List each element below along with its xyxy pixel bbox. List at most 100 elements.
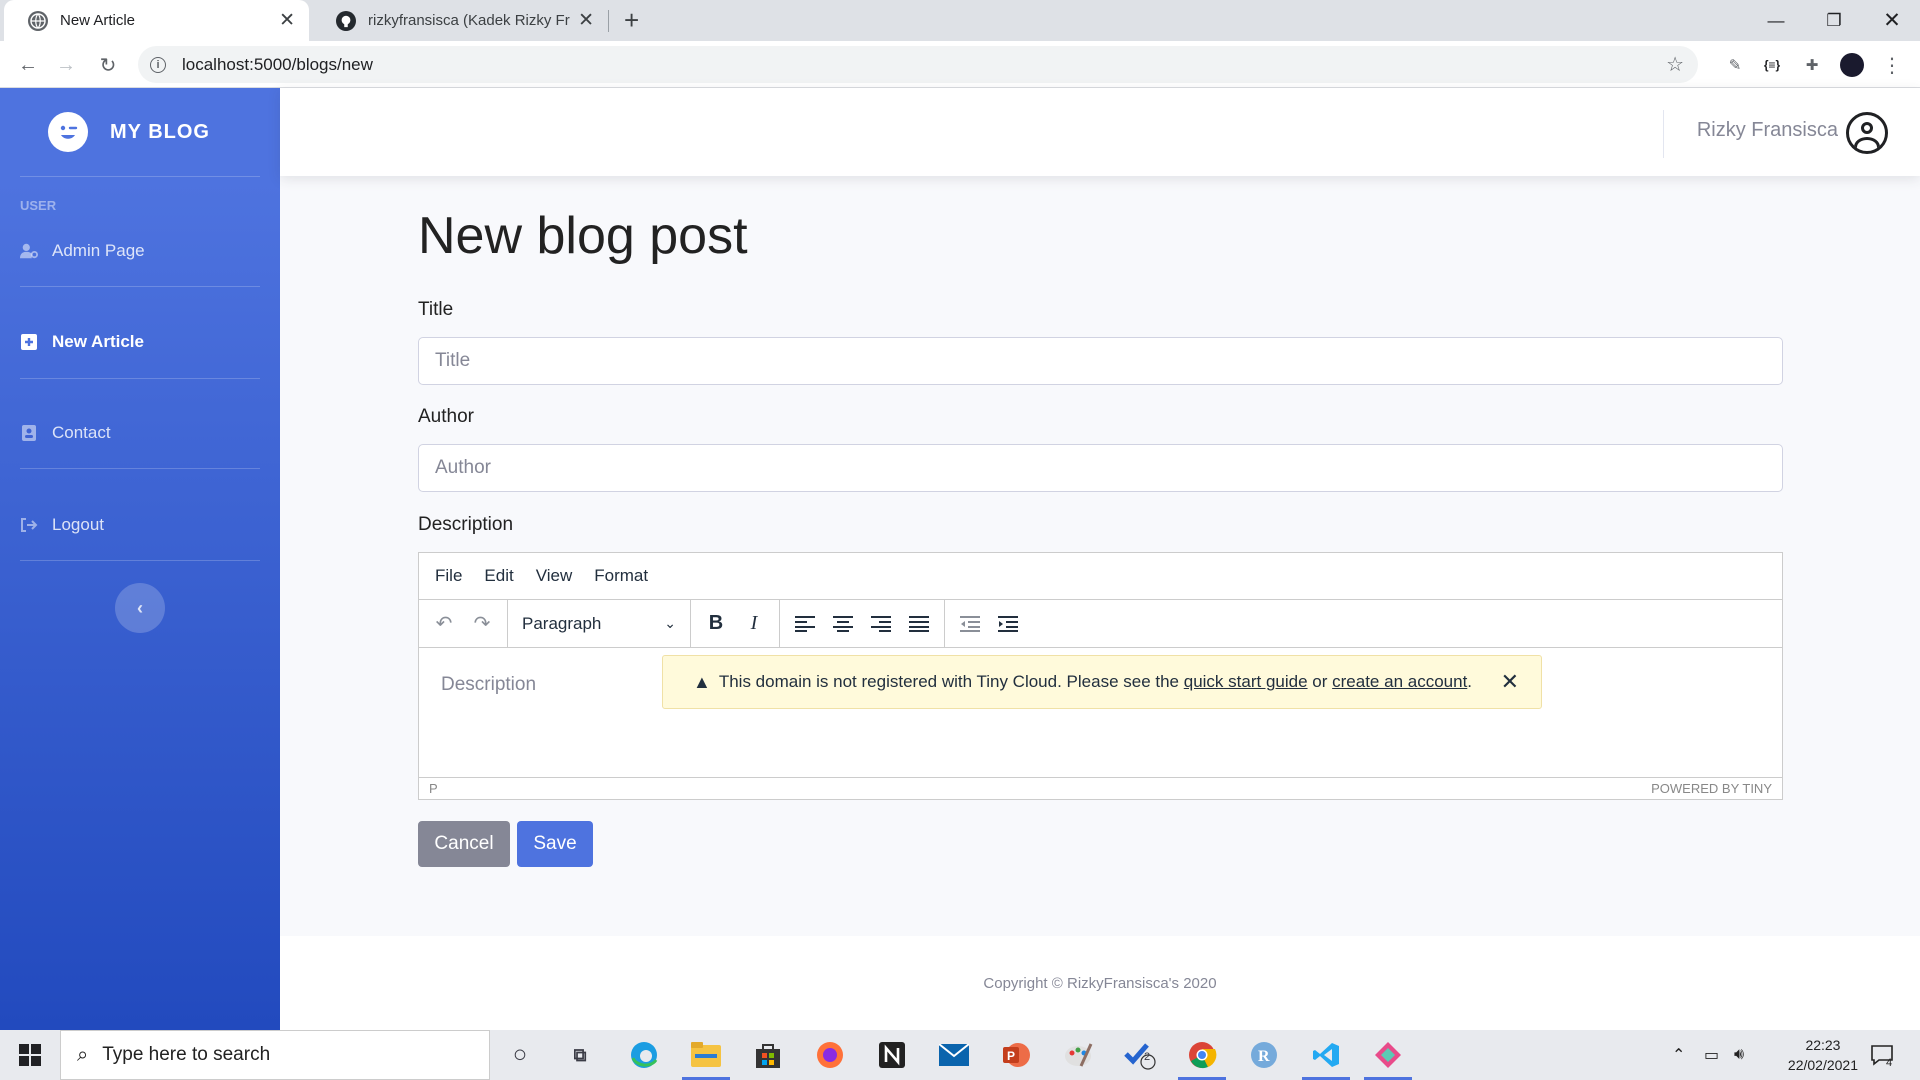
align-right-icon[interactable] <box>862 607 900 641</box>
sidebar-item-new-article[interactable]: New Article <box>20 322 260 362</box>
edge-browser-icon[interactable] <box>626 1038 662 1072</box>
close-tab-icon[interactable]: ✕ <box>578 9 594 32</box>
volume-icon[interactable]: 🔊︎ <box>1734 1030 1744 1080</box>
clock-date: 22/02/2021 <box>1787 1057 1858 1073</box>
sidebar-divider <box>20 468 260 469</box>
sidebar-item-admin-page[interactable]: Admin Page <box>20 231 260 271</box>
close-tab-icon[interactable]: ✕ <box>279 9 295 32</box>
svg-text:P: P <box>1007 1049 1015 1063</box>
cancel-button[interactable]: Cancel <box>418 821 510 867</box>
quick-start-link[interactable]: quick start guide <box>1184 672 1308 692</box>
sidebar-item-label: New Article <box>52 332 144 351</box>
element-path[interactable]: P <box>429 781 438 796</box>
sidebar-brand[interactable]: MY BLOG <box>0 88 280 176</box>
restore-icon[interactable]: ❐ <box>1806 0 1862 41</box>
align-center-icon[interactable] <box>824 607 862 641</box>
chrome-icon[interactable] <box>1178 1038 1226 1080</box>
close-window-icon[interactable]: ✕ <box>1864 0 1920 41</box>
tab-github[interactable]: rizkyfransisca (Kadek Rizky Fransisca) ✕ <box>312 0 608 41</box>
battery-icon[interactable]: ▭ <box>1704 1030 1719 1080</box>
editor-menubar: File Edit View Format <box>419 553 1782 600</box>
sidebar-item-logout[interactable]: Logout <box>20 505 260 545</box>
notice-or: or <box>1312 672 1328 691</box>
author-label: Author <box>418 406 474 427</box>
tab-separator <box>608 10 609 32</box>
browser-menu-icon[interactable]: ⋮ <box>1880 53 1904 77</box>
task-view-icon[interactable]: ⧉ <box>562 1038 598 1072</box>
json-extension-icon[interactable]: {≡} <box>1760 53 1784 77</box>
close-icon[interactable]: ✕ <box>1501 669 1519 695</box>
forward-icon[interactable]: → <box>52 51 80 79</box>
sidebar-item-label: Logout <box>52 515 104 534</box>
address-book-icon <box>20 424 38 442</box>
svg-text:R: R <box>1258 1048 1270 1065</box>
r-language-icon[interactable]: R <box>1246 1038 1282 1072</box>
outdent-icon[interactable] <box>951 607 989 641</box>
sidebar: MY BLOG USER Admin Page New Article Cont… <box>0 88 280 1030</box>
menu-edit[interactable]: Edit <box>484 566 513 586</box>
taskbar-search-box[interactable]: ⌕ Type here to search <box>60 1030 490 1080</box>
powerpoint-icon[interactable]: P <box>998 1038 1034 1072</box>
todo-icon[interactable]: 2 <box>1122 1038 1158 1072</box>
block-format-select[interactable]: Paragraph ⌄ <box>514 607 684 641</box>
windows-start-icon[interactable] <box>0 1030 60 1080</box>
new-tab-button[interactable]: + <box>624 5 639 36</box>
reload-icon[interactable]: ↻ <box>94 51 122 79</box>
back-icon[interactable]: ← <box>14 51 42 79</box>
menu-view[interactable]: View <box>536 566 573 586</box>
info-icon[interactable]: i <box>150 56 166 73</box>
user-avatar-icon[interactable] <box>1846 112 1888 154</box>
tab-new-article[interactable]: New Article ✕ <box>4 0 309 41</box>
bold-icon[interactable]: B <box>697 607 735 641</box>
taskbar-search-placeholder: Type here to search <box>102 1044 271 1065</box>
menu-file[interactable]: File <box>435 566 462 586</box>
title-input[interactable] <box>418 337 1783 385</box>
italic-icon[interactable]: I <box>735 607 773 641</box>
plus-square-icon <box>20 333 38 351</box>
block-format-group: Paragraph ⌄ <box>508 600 691 647</box>
align-justify-icon[interactable] <box>900 607 938 641</box>
bookmark-star-icon[interactable]: ☆ <box>1666 52 1684 77</box>
copyright-text: Copyright © RizkyFransisca's 2020 <box>983 974 1217 992</box>
editor-body[interactable]: Description ▲ This domain is not registe… <box>419 648 1782 774</box>
taskbar-clock[interactable]: 22:23 22/02/2021 <box>1788 1035 1858 1075</box>
sidebar-item-contact[interactable]: Contact <box>20 413 260 453</box>
mail-icon[interactable] <box>936 1038 972 1072</box>
profile-avatar-icon[interactable] <box>1840 53 1864 77</box>
address-bar[interactable]: i localhost:5000/blogs/new ☆ <box>138 46 1698 83</box>
sidebar-item-label: Admin Page <box>52 241 145 260</box>
sidebar-divider <box>20 378 260 379</box>
sidebar-heading: USER <box>20 198 57 213</box>
user-name[interactable]: Rizky Fransisca <box>1697 119 1838 142</box>
notifications-icon[interactable]: 4 <box>1870 1030 1894 1080</box>
align-left-icon[interactable] <box>786 607 824 641</box>
vscode-icon[interactable] <box>1302 1038 1350 1080</box>
extension-dev-icon[interactable]: ✎ <box>1723 53 1747 77</box>
notion-icon[interactable] <box>874 1038 910 1072</box>
cortana-icon[interactable]: ○ <box>502 1038 538 1072</box>
minimize-icon[interactable]: — <box>1748 0 1804 41</box>
description-label: Description <box>418 514 514 535</box>
file-explorer-icon[interactable] <box>682 1038 730 1080</box>
paint-icon[interactable] <box>1060 1038 1096 1072</box>
show-hidden-icons[interactable]: ⌃ <box>1672 1030 1685 1080</box>
chevron-down-icon: ⌄ <box>664 615 676 631</box>
browser-tab-bar: New Article ✕ rizkyfransisca (Kadek Rizk… <box>0 0 1920 41</box>
firefox-icon[interactable] <box>812 1038 848 1072</box>
gitkraken-icon[interactable] <box>1364 1038 1412 1080</box>
author-input[interactable] <box>418 444 1783 492</box>
footer: Copyright © RizkyFransisca's 2020 <box>280 936 1920 1030</box>
redo-icon[interactable]: ↷ <box>463 607 501 641</box>
sidebar-toggle-button[interactable]: ‹ <box>115 583 165 633</box>
save-button[interactable]: Save <box>517 821 593 867</box>
extensions-puzzle-icon[interactable]: ✚ <box>1800 53 1824 77</box>
block-format-value: Paragraph <box>522 613 602 633</box>
create-account-link[interactable]: create an account <box>1332 672 1467 692</box>
store-icon[interactable] <box>750 1038 786 1072</box>
topbar-divider <box>1663 110 1664 158</box>
menu-format[interactable]: Format <box>594 566 648 586</box>
undo-icon[interactable]: ↶ <box>425 607 463 641</box>
indent-icon[interactable] <box>989 607 1027 641</box>
editor-toolbar: ↶ ↷ Paragraph ⌄ B I <box>419 600 1782 648</box>
powered-by-tiny[interactable]: POWERED BY TINY <box>1651 781 1772 796</box>
